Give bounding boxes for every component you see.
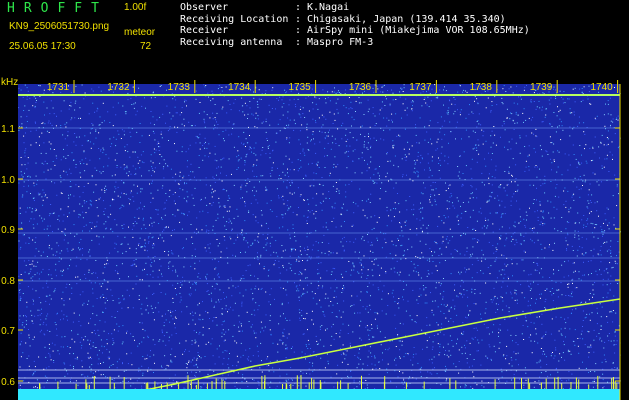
y-axis-unit: kHz — [1, 77, 18, 88]
spectrogram: kHz 1731 1732 1733 1734 1735 1736 1737 1738 1739… — [0, 72, 629, 400]
info-row-receiver: Receiver: AirSpy mini (Miakejima VOR 108.… — [180, 25, 530, 36]
version-label: 1.00f — [124, 2, 147, 13]
x-tick-label: 1737 — [409, 82, 432, 93]
top-carrier-line — [18, 94, 620, 96]
info-key: Receiving Location — [180, 13, 289, 25]
y-tick-label: 1.0 — [1, 175, 15, 186]
x-tick-label: 1738 — [470, 82, 493, 93]
observation-info: Observer: K.Nagai Receiving Location: Chig… — [180, 2, 530, 48]
x-tick-label: 1736 — [349, 82, 372, 93]
x-tick-label: 1740 — [590, 82, 613, 93]
x-tick-label: 1739 — [530, 82, 553, 93]
y-tick-label: 0.6 — [1, 377, 15, 388]
info-key: Observer — [180, 2, 229, 13]
info-value: K.Nagai — [307, 2, 350, 13]
x-tick-label: 1735 — [288, 82, 311, 93]
app-title: HROFFT — [7, 1, 108, 16]
info-key: Receiving antenna — [180, 36, 283, 48]
info-row-location: Receiving Location: Chigasaki, Japan (139… — [180, 13, 506, 25]
header-panel: HROFFT 1.00f KN9_2506051730.png meteor 2… — [0, 0, 629, 72]
info-value: AirSpy mini (Miakejima VOR 108.65MHz) — [307, 25, 530, 36]
timestamp: 25.06.05 17:30 — [9, 41, 76, 52]
info-key: Receiver — [180, 25, 229, 36]
x-tick-label: 1731 — [47, 82, 70, 93]
x-tick-label: 1732 — [107, 82, 130, 93]
y-tick-label: 1.1 — [1, 124, 15, 135]
y-tick-label: 0.8 — [1, 276, 15, 287]
info-value: Chigasaki, Japan (139.414 35.340) — [307, 13, 506, 25]
info-value: Maspro FM-3 — [307, 36, 374, 48]
bottom-band — [18, 389, 620, 400]
count-value: 72 — [140, 41, 152, 52]
y-tick-label: 0.7 — [1, 326, 15, 337]
mode-label: meteor — [124, 27, 156, 38]
info-row-antenna: Receiving antenna: Maspro FM-3 — [180, 36, 374, 48]
x-tick-label: 1734 — [228, 82, 251, 93]
x-tick-label: 1733 — [168, 82, 191, 93]
y-tick-label: 0.9 — [1, 225, 15, 236]
spectrogram-background — [18, 84, 620, 400]
info-row-observer: Observer: K.Nagai — [180, 2, 350, 13]
file-name: KN9_2506051730.png — [9, 21, 110, 32]
